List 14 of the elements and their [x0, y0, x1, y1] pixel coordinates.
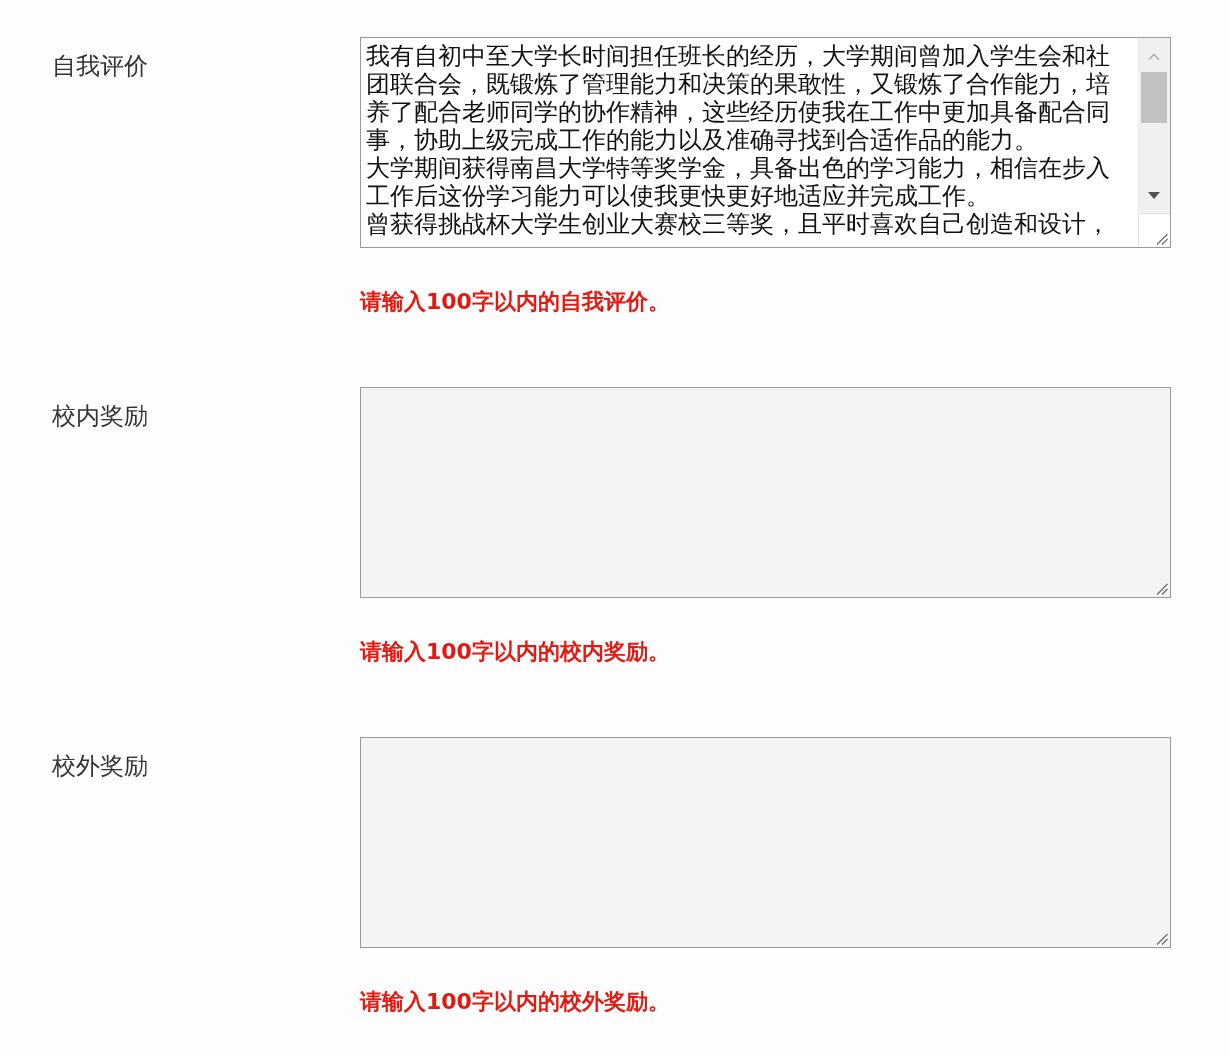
scrollbar[interactable]: [1138, 38, 1170, 213]
field-label: 自我评价: [52, 52, 148, 80]
resize-grip-icon[interactable]: [1156, 233, 1168, 245]
scroll-up-icon[interactable]: [1148, 53, 1160, 60]
resize-grip-icon[interactable]: [1156, 933, 1168, 945]
field-label: 校内奖励: [52, 402, 148, 430]
resize-grip-icon[interactable]: [1156, 583, 1168, 595]
scroll-down-icon[interactable]: [1148, 192, 1160, 199]
text-area[interactable]: 我有自初中至大学长时间担任班长的经历，大学期间曾加入学生会和社团联合会，既锻炼了管理能力和决策的果敢性，又锻炼了合作能力，培养了配合老师同学的协作精神，这些经历使我在工作中更加具备配合同事，协助上级完成工作的能力以及准确寻找到合适作品的能力。 大学期间获得南昌大学特等奖学金，具备出色的学习能力，相信在步入工作后这份学习能力可以使我更快更好地适应并完成工作。 曾获得挑战杯大学生创业大赛校三等奖，且平时喜欢自己创造和设计，: [360, 37, 1171, 248]
field-label: 校外奖励: [52, 752, 148, 780]
error-message: 请输入100字以内的自我评价。: [360, 288, 670, 316]
scrollbar-thumb[interactable]: [1141, 72, 1167, 123]
error-message: 请输入100字以内的校外奖励。: [360, 988, 670, 1016]
error-message: 请输入100字以内的校内奖励。: [360, 638, 670, 666]
